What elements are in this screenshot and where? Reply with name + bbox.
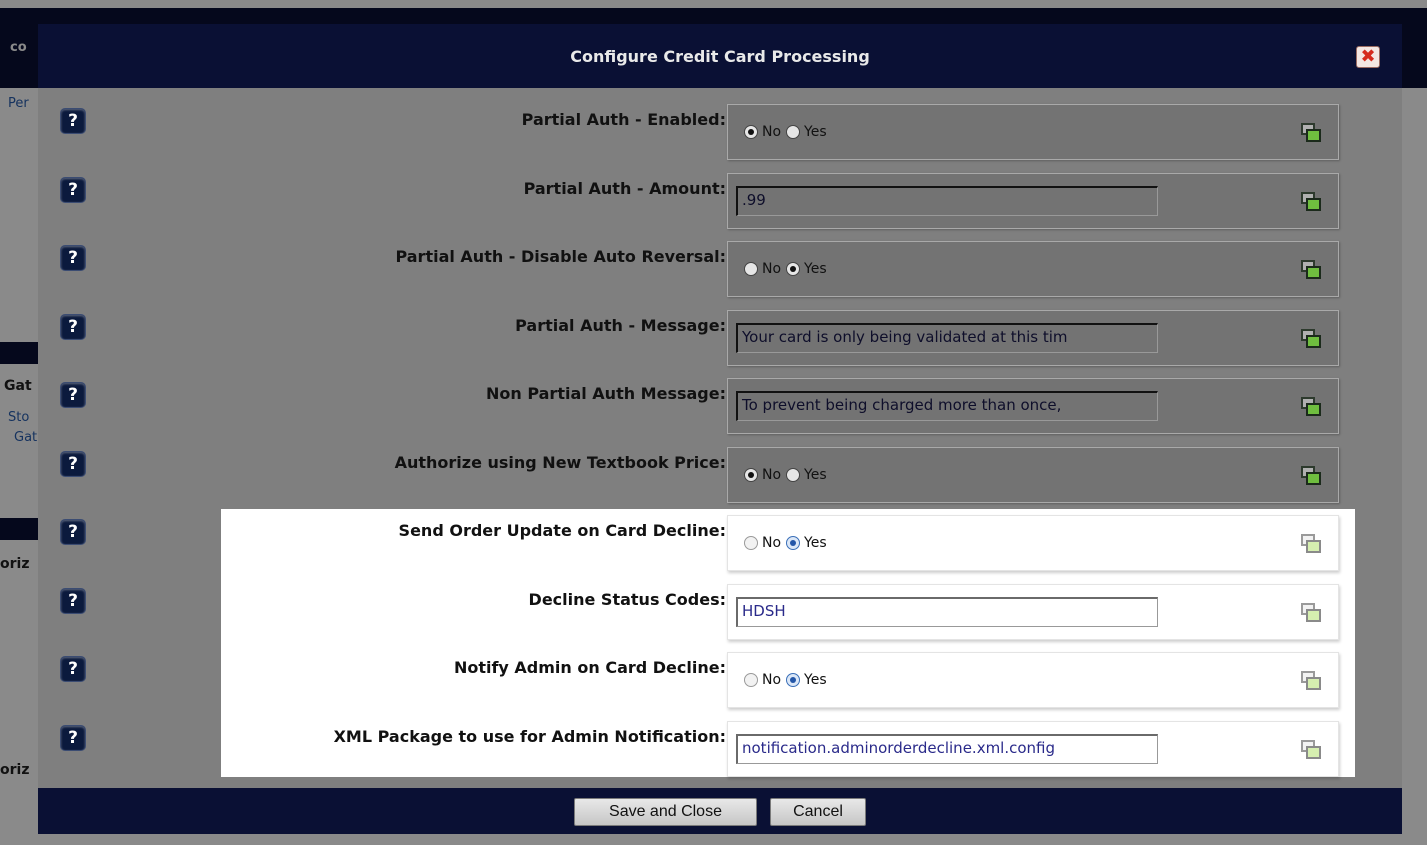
setting-value-cell: .99 xyxy=(727,173,1339,229)
help-icon[interactable]: ? xyxy=(60,588,86,614)
help-icon[interactable]: ? xyxy=(60,108,86,134)
setting-value-cell: No Yes xyxy=(727,515,1339,571)
radio-no[interactable] xyxy=(744,673,758,687)
help-icon[interactable]: ? xyxy=(60,656,86,682)
help-icon[interactable]: ? xyxy=(60,519,86,545)
radio-group: No Yes xyxy=(744,261,832,277)
radio-group: No Yes xyxy=(744,124,832,140)
setting-value-cell: To prevent being charged more than once, xyxy=(727,378,1339,434)
copy-settings-icon[interactable] xyxy=(1301,123,1321,143)
text-field[interactable]: To prevent being charged more than once, xyxy=(736,391,1158,421)
setting-label: Decline Status Codes: xyxy=(528,590,726,609)
radio-label: No xyxy=(762,672,782,688)
copy-settings-icon[interactable] xyxy=(1301,329,1321,349)
radio-yes[interactable] xyxy=(786,468,801,482)
copy-settings-icon[interactable] xyxy=(1301,260,1321,280)
radio-label: No xyxy=(762,467,782,483)
setting-label: Partial Auth - Disable Auto Reversal: xyxy=(395,247,726,266)
help-icon[interactable]: ? xyxy=(60,245,86,271)
save-and-close-button[interactable]: Save and Close xyxy=(574,798,757,826)
radio-group: No Yes xyxy=(744,467,832,483)
help-icon[interactable]: ? xyxy=(60,451,86,477)
radio-yes[interactable] xyxy=(786,673,801,687)
radio-yes[interactable] xyxy=(786,536,801,550)
setting-label: Partial Auth - Enabled: xyxy=(521,110,726,129)
setting-label: Notify Admin on Card Decline: xyxy=(453,658,726,677)
cancel-button[interactable]: Cancel xyxy=(770,798,866,826)
setting-value-cell: No Yes xyxy=(727,241,1339,297)
radio-yes[interactable] xyxy=(786,125,801,139)
copy-settings-icon[interactable] xyxy=(1301,397,1321,417)
copy-settings-icon[interactable] xyxy=(1301,740,1321,760)
radio-label: Yes xyxy=(804,535,827,551)
text-field[interactable]: .99 xyxy=(736,186,1158,216)
radio-label: Yes xyxy=(804,261,827,277)
radio-group: No Yes xyxy=(744,672,832,688)
setting-value-cell: HDSH xyxy=(727,584,1339,640)
copy-settings-icon[interactable] xyxy=(1301,534,1321,554)
help-icon[interactable]: ? xyxy=(60,382,86,408)
radio-label: No xyxy=(762,124,782,140)
setting-label: Partial Auth - Amount: xyxy=(523,179,726,198)
radio-label: No xyxy=(762,535,782,551)
setting-value-cell: notification.adminorderdecline.xml.confi… xyxy=(727,721,1339,777)
radio-label: Yes xyxy=(804,467,827,483)
radio-label: Yes xyxy=(804,124,827,140)
setting-label: XML Package to use for Admin Notificatio… xyxy=(333,727,726,746)
dialog-title: Configure Credit Card Processing xyxy=(570,47,870,66)
radio-no[interactable] xyxy=(744,468,758,482)
setting-value-cell: No Yes xyxy=(727,104,1339,160)
setting-label: Partial Auth - Message: xyxy=(515,316,726,335)
setting-value-cell: Your card is only being validated at thi… xyxy=(727,310,1339,366)
radio-group: No Yes xyxy=(744,535,832,551)
help-icon[interactable]: ? xyxy=(60,314,86,340)
setting-label: Send Order Update on Card Decline: xyxy=(398,521,726,540)
setting-value-cell: No Yes xyxy=(727,652,1339,708)
text-field[interactable]: Your card is only being validated at thi… xyxy=(736,323,1158,353)
radio-label: Yes xyxy=(804,672,827,688)
copy-settings-icon[interactable] xyxy=(1301,192,1321,212)
configure-dialog: Configure Credit Card Processing ✖ ? Part… xyxy=(38,24,1402,834)
text-field[interactable]: HDSH xyxy=(736,597,1158,627)
radio-yes[interactable] xyxy=(786,262,801,276)
radio-no[interactable] xyxy=(744,536,758,550)
setting-label: Non Partial Auth Message: xyxy=(485,384,726,403)
close-icon[interactable]: ✖ xyxy=(1356,46,1380,68)
radio-label: No xyxy=(762,261,782,277)
copy-settings-icon[interactable] xyxy=(1301,466,1321,486)
setting-value-cell: No Yes xyxy=(727,447,1339,503)
copy-settings-icon[interactable] xyxy=(1301,603,1321,623)
radio-no[interactable] xyxy=(744,262,758,276)
help-icon[interactable]: ? xyxy=(60,177,86,203)
help-icon[interactable]: ? xyxy=(60,725,86,751)
setting-label: Authorize using New Textbook Price: xyxy=(394,453,726,472)
copy-settings-icon[interactable] xyxy=(1301,671,1321,691)
text-field[interactable]: notification.adminorderdecline.xml.confi… xyxy=(736,734,1158,764)
radio-no[interactable] xyxy=(744,125,758,139)
